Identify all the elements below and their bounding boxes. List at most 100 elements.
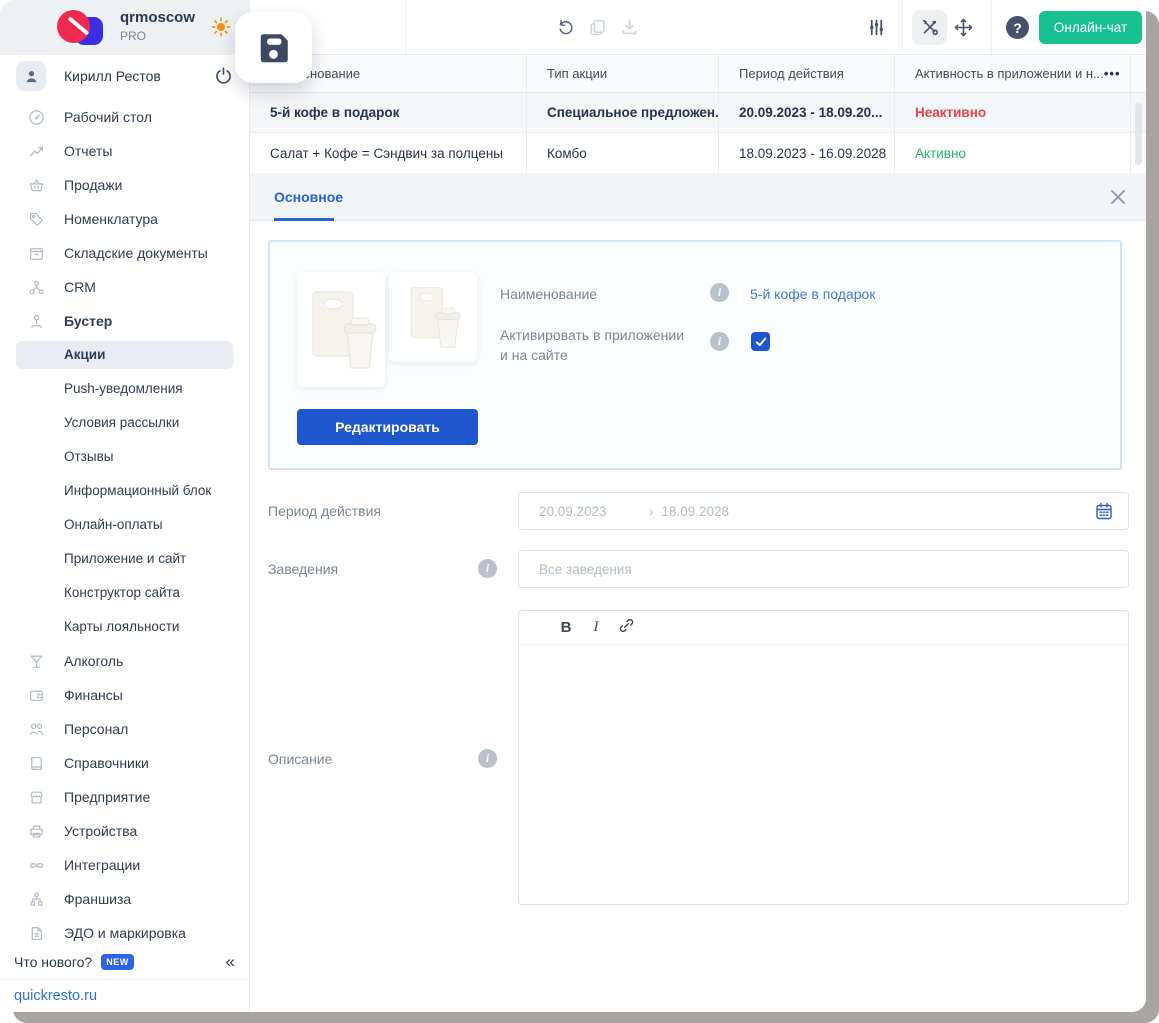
sidebar-subitem-app-site[interactable]: Приложение и сайт <box>0 542 249 576</box>
infinity-icon <box>28 857 45 874</box>
save-button[interactable] <box>235 12 312 83</box>
edit-button[interactable]: Редактировать <box>297 409 478 445</box>
description-textarea[interactable] <box>519 645 1128 905</box>
online-chat-button[interactable]: Онлайн-чат <box>1039 11 1142 44</box>
subitem-label: Акции <box>64 347 105 362</box>
sidebar-item-integrations[interactable]: Интеграции <box>0 848 249 882</box>
info-icon[interactable]: i <box>710 332 729 351</box>
table-row[interactable]: 5-й кофе в подарок Специальное предложен… <box>250 93 1146 133</box>
sidebar: qrmoscow PRO Кирилл Рестов <box>0 0 250 1012</box>
sidebar-subitem-push[interactable]: Push-уведомления <box>0 372 249 406</box>
logout-power-icon[interactable] <box>214 66 234 86</box>
user-row[interactable]: Кирилл Рестов <box>0 55 249 100</box>
close-icon[interactable] <box>1108 187 1128 207</box>
sidebar-item-reports[interactable]: Отчеты <box>0 134 249 168</box>
description-editor: B I <box>518 610 1129 905</box>
subitem-label: Информационный блок <box>64 483 211 498</box>
sidebar-subitem-site-builder[interactable]: Конструктор сайта <box>0 576 249 610</box>
column-header-label: Активность в приложении и н... <box>915 66 1104 81</box>
tag-icon <box>28 211 45 228</box>
sidebar-item-label: Интеграции <box>64 857 140 873</box>
sidebar-item-label: Продажи <box>64 177 122 193</box>
sidebar-item-label: Устройства <box>64 823 137 839</box>
detail-panel-tabs: Основное <box>250 173 1146 221</box>
sidebar-subitem-loyalty-cards[interactable]: Карты лояльности <box>0 610 249 644</box>
column-header-period[interactable]: Период действия <box>719 55 895 92</box>
detail-panel-body: Наименование i 5-й кофе в подарок Активи… <box>250 222 1146 1012</box>
sidebar-item-warehouse[interactable]: Складские документы <box>0 236 249 270</box>
sidebar-item-devices[interactable]: Устройства <box>0 814 249 848</box>
table-scrollbar[interactable] <box>1135 103 1142 165</box>
sidebar-item-nomenclature[interactable]: Номенклатура <box>0 202 249 236</box>
logo-circle-shape <box>57 10 90 43</box>
tools-mode-button[interactable] <box>912 10 947 45</box>
calendar-icon[interactable] <box>1094 501 1114 521</box>
sidebar-subitem-infoblock[interactable]: Информационный блок <box>0 474 249 508</box>
sidebar-item-crm[interactable]: CRM <box>0 270 249 304</box>
info-icon[interactable]: i <box>710 283 729 302</box>
cell-name: Салат + Кофе = Сэндвич за полцены <box>250 133 527 173</box>
sidebar-item-alcohol[interactable]: Алкоголь <box>0 644 249 678</box>
bold-button[interactable]: B <box>551 619 581 636</box>
storefront-icon <box>28 789 45 806</box>
sidebar-item-desktop[interactable]: Рабочий стол <box>0 100 249 134</box>
sidebar-subitem-promotions[interactable]: Акции <box>16 341 233 369</box>
download-icon[interactable] <box>620 18 639 42</box>
link-button[interactable] <box>611 617 641 638</box>
column-settings-icon[interactable] <box>867 18 886 42</box>
toolbar-divider <box>902 0 903 54</box>
move-mode-icon[interactable] <box>954 18 973 42</box>
help-icon[interactable]: ? <box>1006 16 1029 39</box>
table-header-row: Наименование Тип акции Период действия А… <box>250 55 1146 93</box>
sidebar-item-franchise[interactable]: Франшиза <box>0 882 249 916</box>
theme-sun-icon[interactable] <box>210 16 232 38</box>
info-icon[interactable]: i <box>478 749 497 768</box>
sidebar-item-enterprise[interactable]: Предприятие <box>0 780 249 814</box>
italic-button[interactable]: I <box>581 619 611 636</box>
sidebar-item-label: Персонал <box>64 721 128 737</box>
promo-image-small[interactable] <box>389 272 477 362</box>
venues-label: Заведения <box>268 561 338 577</box>
description-label: Описание <box>268 751 332 767</box>
sidebar-subitem-mailing[interactable]: Условия рассылки <box>0 406 249 440</box>
main-area: ? Онлайн-чат Наименование Тип акции Пери… <box>250 0 1146 1012</box>
sidebar-item-label: Номенклатура <box>64 211 158 227</box>
tab-main[interactable]: Основное <box>274 173 343 220</box>
sidebar-item-staff[interactable]: Персонал <box>0 712 249 746</box>
venues-input[interactable] <box>539 562 1114 577</box>
sidebar-item-label: CRM <box>64 279 96 295</box>
alcohol-icon <box>28 653 45 670</box>
document-icon <box>28 925 45 942</box>
sidebar-item-sales[interactable]: Продажи <box>0 168 249 202</box>
info-icon[interactable]: i <box>478 559 497 578</box>
collapse-sidebar-icon[interactable]: « <box>226 952 235 972</box>
promo-image-large[interactable] <box>297 272 385 387</box>
quickresto-link[interactable]: quickresto.ru <box>14 988 97 1004</box>
activate-checkbox[interactable] <box>751 332 770 351</box>
sidebar-subitem-reviews[interactable]: Отзывы <box>0 440 249 474</box>
column-header-type[interactable]: Тип акции <box>527 55 719 92</box>
whats-new-link[interactable]: Что нового? <box>14 954 92 970</box>
brand-plan: PRO <box>120 29 146 43</box>
table-options-button[interactable]: ••• <box>1104 66 1121 81</box>
copy-icon[interactable] <box>588 18 607 42</box>
sidebar-subitem-payments[interactable]: Онлайн-оплаты <box>0 508 249 542</box>
status-badge: Неактивно <box>895 93 1131 132</box>
sidebar-item-finance[interactable]: Финансы <box>0 678 249 712</box>
table-row[interactable]: Салат + Кофе = Сэндвич за полцены Комбо … <box>250 133 1146 173</box>
cell-period: 18.09.2023 - 16.09.2028 <box>719 133 895 173</box>
period-field[interactable]: 20.09.2023 › 18.09.2028 <box>518 492 1129 530</box>
period-to-value[interactable]: 18.09.2028 <box>662 504 730 519</box>
chevron-right-icon: › <box>649 504 654 519</box>
sidebar-item-booster[interactable]: Бустер <box>0 304 249 338</box>
brand-logo <box>57 9 105 47</box>
subitem-label: Отзывы <box>64 449 113 464</box>
promo-name-value[interactable]: 5-й кофе в подарок <box>750 286 875 302</box>
period-from-value[interactable]: 20.09.2023 <box>539 504 649 519</box>
period-label: Период действия <box>268 503 381 519</box>
tools-icon <box>920 18 939 37</box>
staff-icon <box>28 721 45 738</box>
sidebar-item-directories[interactable]: Справочники <box>0 746 249 780</box>
column-header-activity[interactable]: Активность в приложении и н... ••• <box>895 55 1131 92</box>
undo-icon[interactable] <box>556 18 575 42</box>
